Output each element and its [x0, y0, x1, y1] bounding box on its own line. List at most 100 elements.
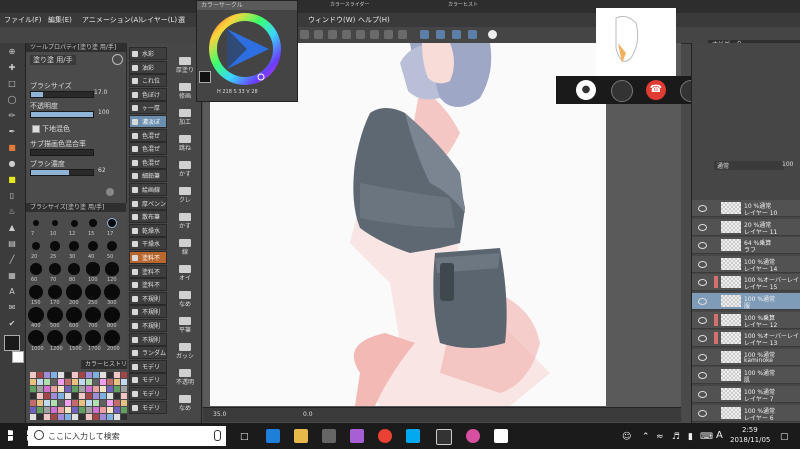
airbrush-icon[interactable]: ● — [6, 159, 18, 169]
sub-tool-item[interactable]: 不規則 — [129, 332, 167, 346]
color-swatch[interactable] — [114, 414, 120, 420]
brush-size-preset[interactable] — [85, 330, 101, 346]
brush-size-preset[interactable] — [50, 241, 60, 251]
color-swatch[interactable] — [72, 393, 78, 399]
edge-icon[interactable] — [266, 429, 280, 443]
color-swatch[interactable] — [37, 414, 43, 420]
color-swatch[interactable] — [44, 393, 50, 399]
color-swatch[interactable] — [51, 372, 57, 378]
color-swatch[interactable] — [37, 393, 43, 399]
color-swatch[interactable] — [51, 400, 57, 406]
battery-icon[interactable]: ▮ — [688, 432, 693, 442]
brush-size-preset[interactable] — [104, 284, 120, 300]
color-swatch[interactable] — [93, 393, 99, 399]
balloon-icon[interactable]: ✉ — [6, 303, 18, 313]
color-swatch[interactable] — [86, 386, 92, 392]
menu-animation[interactable]: アニメーション(A) — [82, 15, 141, 25]
toolbar-icon[interactable] — [452, 30, 461, 39]
brush-size-preset[interactable] — [70, 219, 78, 227]
sub-color-swatch[interactable] — [12, 351, 24, 363]
brush-size-preset[interactable] — [28, 284, 44, 300]
people-icon[interactable]: ☺ — [622, 432, 631, 442]
figure-icon[interactable]: ╱ — [6, 255, 18, 265]
eye-icon[interactable] — [698, 223, 707, 231]
brush-preset-item[interactable]: 線 — [171, 239, 199, 255]
brush-size-preset[interactable] — [30, 263, 42, 275]
volume-icon[interactable]: ♬ — [672, 432, 680, 442]
sub-tool-item[interactable]: 塗料不 — [129, 264, 167, 278]
color-swatch[interactable] — [72, 407, 78, 413]
layer-row[interactable]: 100 %通常 レイヤー 14 — [692, 255, 800, 273]
color-swatch[interactable] — [65, 386, 71, 392]
eye-icon[interactable] — [698, 409, 707, 417]
brush-preset-item[interactable]: 平筆 — [171, 317, 199, 333]
layer-row[interactable]: 100 %通常 レイヤー 6 — [692, 404, 800, 422]
color-swatch[interactable] — [114, 386, 120, 392]
brush-size-preset[interactable] — [86, 262, 100, 276]
color-swatch[interactable] — [107, 407, 113, 413]
color-swatch[interactable] — [51, 407, 57, 413]
correct-line-icon[interactable]: ✔ — [6, 319, 18, 329]
skype-icon[interactable] — [406, 429, 420, 443]
color-swatch[interactable] — [100, 386, 106, 392]
toolbar-icon[interactable] — [384, 30, 393, 39]
color-swatch[interactable] — [37, 372, 43, 378]
menu-edit[interactable]: 編集(E) — [48, 15, 72, 25]
color-swatch[interactable] — [86, 414, 92, 420]
menu-window[interactable]: ウィンドウ(W) — [308, 15, 355, 25]
microphone-icon[interactable]: ● — [576, 80, 596, 100]
brush-size-preset[interactable] — [51, 219, 59, 227]
eye-icon[interactable] — [698, 391, 707, 398]
menu-layer[interactable]: レイヤー(L) — [140, 15, 177, 25]
sub-tool-item[interactable]: 乾燥水 — [129, 223, 167, 237]
sub-tool-item[interactable]: ランダム — [129, 346, 167, 360]
menu-select[interactable]: 選 — [178, 15, 185, 25]
sub-tool-item[interactable]: モデリ — [129, 373, 167, 387]
brush-preset-item[interactable]: なめ — [171, 395, 199, 411]
sub-tool-item[interactable]: 色ぼけ — [129, 87, 167, 101]
layer-row[interactable]: 100 %通常服 — [692, 293, 800, 310]
color-swatch[interactable] — [93, 414, 99, 420]
toolbar-icon[interactable] — [436, 30, 445, 39]
color-swatch[interactable] — [114, 407, 120, 413]
color-swatch[interactable] — [100, 372, 106, 378]
color-swatch[interactable] — [107, 400, 113, 406]
pen-icon[interactable]: ✒ — [6, 127, 18, 137]
hang-up-icon[interactable]: ☎ — [646, 80, 666, 100]
color-slider-tab[interactable]: カラースライダー — [330, 1, 370, 8]
color-swatch[interactable] — [44, 379, 50, 385]
sub-tool-item[interactable]: 散布筆 — [129, 210, 167, 224]
start-icon[interactable] — [8, 430, 13, 441]
toolbar-icon[interactable] — [468, 30, 477, 39]
brush-size-preset[interactable] — [106, 240, 118, 252]
sub-tool-item[interactable]: 色混ぜ — [129, 128, 167, 142]
color-swatch[interactable] — [93, 379, 99, 385]
camera-off-icon[interactable] — [611, 80, 633, 102]
brush-size-preset[interactable] — [66, 284, 82, 300]
eye-icon[interactable] — [698, 316, 707, 324]
color-swatch[interactable] — [58, 393, 64, 399]
color-swatch[interactable] — [58, 372, 64, 378]
color-swatch[interactable] — [30, 393, 36, 399]
eye-icon[interactable] — [698, 372, 707, 380]
color-swatch[interactable] — [93, 386, 99, 392]
brush-size-preset[interactable] — [105, 262, 119, 276]
brush-preset-item[interactable]: かす — [171, 213, 199, 229]
toolbar-icon[interactable] — [398, 30, 407, 39]
brush-icon[interactable]: ■ — [6, 143, 18, 153]
brush-size-preset[interactable] — [85, 307, 101, 323]
sub-tool-item[interactable]: モデリ — [129, 387, 167, 400]
eye-icon[interactable] — [698, 260, 707, 268]
task-view-icon[interactable]: □ — [240, 432, 249, 442]
sub-color-mix-slider[interactable] — [30, 149, 94, 156]
color-swatch[interactable] — [107, 393, 113, 399]
color-swatch[interactable] — [44, 372, 50, 378]
sub-tool-item[interactable]: ヶ一厚 — [129, 101, 167, 115]
brush-size-preset[interactable] — [104, 330, 120, 346]
brush-size-preset[interactable] — [85, 284, 101, 300]
color-swatch[interactable] — [44, 386, 50, 392]
sub-tool-item[interactable]: 不規則 — [129, 291, 167, 305]
layer-row[interactable]: 100 %通常 レイヤー 7 — [692, 386, 800, 403]
brush-preset-item[interactable]: クレ — [171, 187, 199, 203]
color-swatch[interactable] — [100, 407, 106, 413]
